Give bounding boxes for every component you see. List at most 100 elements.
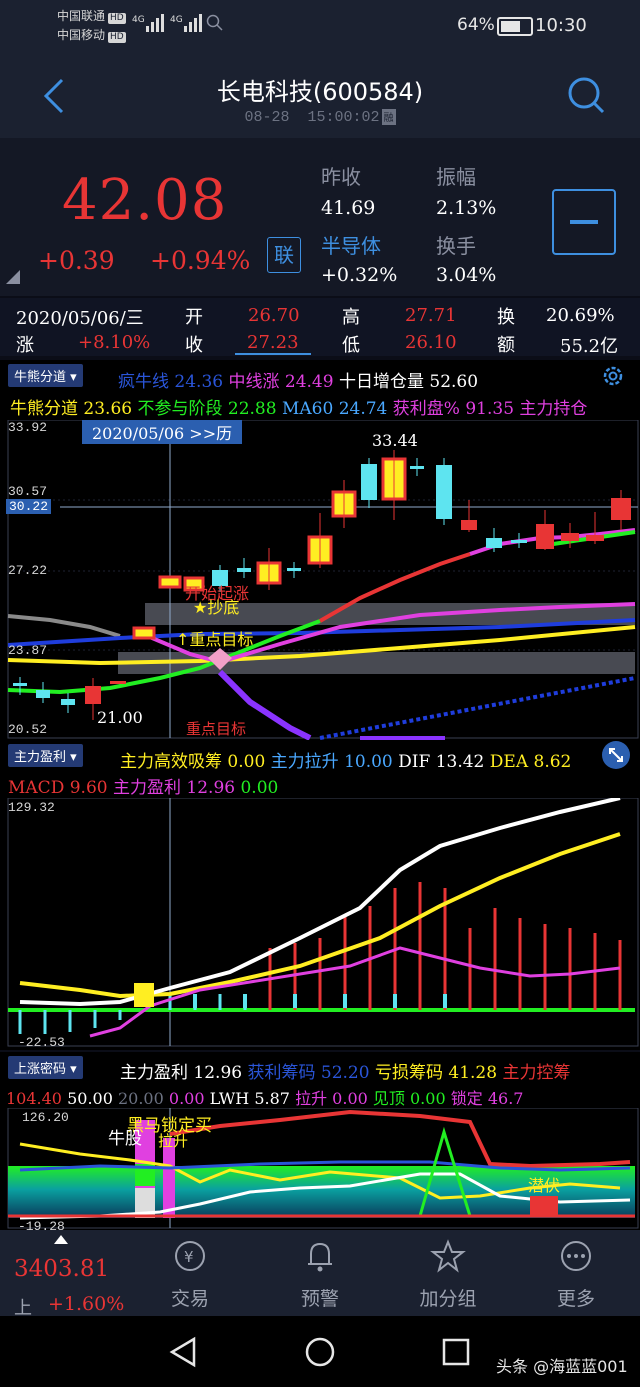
last-price: 42.08 [62,168,228,233]
y-axis-bottom: 20.52 [8,722,48,737]
ind-value: 24.74 [338,399,388,419]
macd-indicator-selector[interactable]: 主力盈利 ▾ [8,744,83,767]
ind-value: 12.96 [186,778,236,798]
ind-value: 52.20 [320,1063,370,1083]
gear-icon[interactable] [600,363,626,393]
summary-high-label: 高 [342,307,360,328]
ind-value: 52.60 [429,372,479,392]
signal-icon-2: 4G [170,12,204,34]
carrier-2: 中国移动 HD [57,28,126,43]
ind-label: 主力持仓 [519,399,588,419]
summary-date: 2020/05/06/三 [16,308,144,329]
ind-value: 46.7 [487,1089,524,1108]
ind-value: 104.40 [6,1089,62,1108]
macd-y-bottom: -22.53 [18,1035,65,1050]
ind-value: 0.00 [227,752,266,772]
summary-turn: 20.69% [546,305,615,326]
summary-amount-label: 额 [497,335,515,356]
amplitude-label: 振幅 [436,165,476,189]
kline-indicators-row2: 牛熊分道 23.66 不参与阶段 22.88 MA60 24.74 获利盘% 9… [10,394,587,419]
nav-more[interactable]: 更多 [531,1238,621,1311]
summary-close-label: 收 [185,335,203,356]
svg-text:¥: ¥ [184,1248,194,1266]
bell-icon [308,1242,332,1272]
ind-value: 22.88 [227,399,277,419]
ind-label: 获利盘% [392,399,460,419]
signal-icon: 4G [132,12,166,34]
system-home-button[interactable] [304,1336,336,1372]
ind-label: 中线涨 [228,372,280,392]
ind-label: 不参与阶段 [137,399,223,419]
ind-label: 主力控筹 [502,1063,571,1083]
svg-text:4G: 4G [170,15,183,25]
candles [13,450,631,720]
home-circle-icon [305,1337,335,1367]
amplitude-value: 2.13% [436,197,497,219]
ind-label: 见顶 [372,1089,405,1108]
nav-more-label: 更多 [556,1288,595,1310]
summary-low-label: 低 [342,335,360,356]
nav-add-group[interactable]: 加分组 [403,1238,493,1311]
ind-value: 10.00 [344,752,393,772]
high-mark: 33.44 [372,431,418,450]
annotation-latent: 潜伏 [528,1176,561,1195]
ind-value: 23.66 [83,399,133,419]
summary-rise: +8.10% [78,332,151,353]
macd-indicators-row1: 主力高效吸筹 0.00 主力拉升 10.00 DIF 13.42 DEA 8.6… [120,747,571,772]
ind-label: MACD [8,778,65,798]
macd-chart-svg [7,798,639,1047]
prev-close-value: 41.69 [321,197,376,219]
system-back-button[interactable] [168,1336,198,1372]
ind-value: 0.00 [240,778,279,798]
recents-square-icon [442,1338,470,1366]
svg-text:4G: 4G [132,15,145,25]
ind-value: 24.49 [284,372,334,392]
y-axis-4: 23.87 [8,643,48,658]
prev-close-label: 昨收 [321,165,361,189]
margin-flag: 融 [381,109,396,125]
turnover-value: 3.04% [436,264,497,286]
ind-label: DEA [489,752,529,772]
sector-link[interactable]: 半导体 [321,230,381,259]
rise-code-selector[interactable]: 上涨密码 ▾ [8,1056,83,1079]
kline-indicator-selector[interactable]: 牛熊分道 ▾ [8,364,83,387]
ind-value: 13.42 [435,752,485,772]
rise-code-row2: 104.40 50.00 20.00 0.00 LWH 5.87 拉升 0.00… [6,1085,523,1109]
summary-turn-label: 换 [497,307,515,328]
quote-timestamp: 08-28 15:00:02 融 [244,109,396,126]
sector-change: +0.32% [321,264,398,286]
nav-alert-label: 预警 [300,1288,339,1310]
link-button[interactable]: 联 [267,237,301,273]
triangle-up-icon [54,1235,68,1244]
ind-label: LWH [209,1089,250,1108]
nav-trade-label: 交易 [170,1288,209,1310]
nav-trade[interactable]: ¥ 交易 [145,1238,235,1311]
annotation-target: ↑重点目标 [176,630,254,649]
search-button[interactable] [566,75,606,119]
expand-icon[interactable] [602,741,630,769]
carrier-1: 中国联通 HD [57,9,126,24]
annotation-bottom: ★抄底 [193,598,240,617]
cursor-date-label[interactable]: 2020/05/06 >>历 [82,420,243,444]
nav-add-group-label: 加分组 [419,1288,477,1310]
signal-block [134,983,154,1007]
back-triangle-icon [169,1336,196,1368]
ind-value: 0.00 [332,1089,368,1108]
kline-indicators-row1: 疯牛线 24.36 中线涨 24.49 十日增仓量 52.60 [118,367,478,392]
ind-value: 50.00 [67,1089,113,1108]
ind-value: 20.00 [117,1089,164,1108]
price-change: +0.39 [38,246,115,275]
clock: 10:30 [535,15,587,36]
summary-high: 27.71 [405,305,457,326]
low-mark: 21.00 [97,708,143,727]
star-icon [430,1239,466,1273]
ind-value: 5.87 [254,1089,290,1108]
ma-grey-line [7,614,121,638]
ind-value: 24.36 [174,372,224,392]
index-value[interactable]: 3403.81 [14,1256,109,1282]
nav-alert[interactable]: 预警 [275,1238,365,1311]
y-axis-3: 27.22 [8,563,48,578]
system-recents-button[interactable] [441,1337,471,1371]
remove-watchlist-button[interactable] [552,189,616,255]
ind-label: 获利筹码 [247,1063,316,1083]
